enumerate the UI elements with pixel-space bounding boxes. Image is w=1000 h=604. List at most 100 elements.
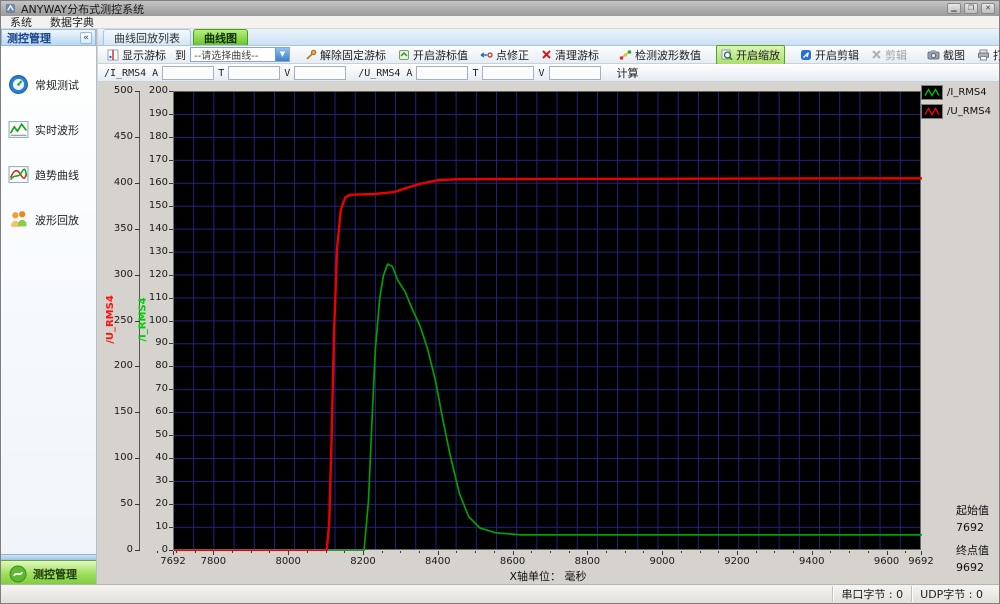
sidebar-item-label: 实时波形 — [35, 123, 79, 137]
show-cursor-button[interactable]: 显示游标 — [102, 45, 171, 65]
axis-tick — [811, 551, 813, 555]
axis-tick: 40 — [155, 452, 168, 464]
minimize-button[interactable]: ▁ — [947, 3, 961, 14]
udp-bytes-status: UDP字节 : 0 — [911, 586, 991, 602]
sidebar-list: 常规测试 实时波形 趋势曲线 波形回放 — [1, 46, 96, 554]
axis-tick — [362, 551, 364, 555]
axis-tick: 400 — [113, 176, 133, 188]
axis-tick — [344, 551, 346, 553]
i-a-input[interactable] — [162, 66, 215, 80]
x-axis-unit-label: X轴单位： 毫秒 — [509, 570, 587, 583]
axis-tick — [830, 551, 832, 553]
u-t-label: T — [472, 67, 479, 79]
axis-tick — [173, 551, 174, 555]
axis-tick: 450 — [113, 130, 133, 142]
axis-tick: 50 — [155, 429, 168, 441]
axis-tick — [306, 551, 308, 553]
sidebar-item-wave-replay[interactable]: 波形回放 — [1, 197, 96, 242]
axis-tick: 140 — [148, 222, 168, 234]
axis-tick — [232, 551, 234, 553]
close-button[interactable]: ✕ — [981, 3, 995, 14]
maximize-button[interactable]: ❐ — [964, 3, 978, 14]
tab-curve-chart[interactable]: 曲线图 — [193, 29, 248, 45]
unfix-cursor-button[interactable]: 解除固定游标 — [300, 45, 391, 65]
axis-tick: 0 — [126, 544, 133, 555]
sidebar-item-trend-curve[interactable]: 趋势曲线 — [1, 152, 96, 197]
axis-tick — [662, 551, 664, 555]
curve--i_rms4 — [174, 263, 922, 551]
i-v-label: V — [284, 67, 291, 79]
start-value: 7692 — [956, 521, 984, 534]
u-a-input[interactable] — [416, 66, 469, 80]
realtime-wave-icon — [8, 121, 29, 138]
button-label: 开启游标值 — [413, 48, 468, 62]
axis-tick — [169, 550, 173, 551]
camera-icon — [927, 50, 940, 60]
calculate-button[interactable]: 计算 — [615, 65, 641, 81]
open-zoom-button[interactable]: 开启缩放 — [716, 44, 785, 65]
axis-tick: 8400 — [425, 556, 451, 567]
axis-tick: 70 — [155, 383, 168, 395]
axis-tick — [288, 551, 290, 555]
printer-icon — [978, 49, 989, 60]
i-t-input[interactable] — [228, 66, 281, 80]
sidebar-item-label: 趋势曲线 — [35, 168, 79, 182]
i-v-input[interactable] — [294, 66, 347, 80]
axis-tick — [381, 551, 383, 553]
chevron-down-icon[interactable]: ▼ — [275, 48, 289, 61]
range-values: 起始值 7692 终点值 9692 — [956, 502, 989, 582]
pin-icon — [306, 49, 317, 60]
sidebar-item-regular-test[interactable]: 常规测试 — [1, 62, 96, 107]
axis-tick: 9400 — [799, 556, 825, 567]
u-t-input[interactable] — [482, 66, 535, 80]
axis-tick: 7692 — [160, 556, 186, 567]
axis-tick: 9600 — [873, 556, 900, 567]
legend-item-i-rms4[interactable]: /I_RMS4 — [921, 85, 991, 100]
axis-tick: 180 — [148, 130, 168, 142]
tab-curve-replay-list[interactable]: 曲线回放列表 — [103, 29, 191, 45]
axis-tick: 9692 — [908, 556, 934, 567]
axis-tick: 8600 — [499, 556, 526, 567]
axis-tick: 130 — [148, 245, 168, 257]
menu-system[interactable]: 系统 — [1, 14, 41, 30]
button-label: 截图 — [943, 48, 965, 62]
point-correct-button[interactable]: 点修正 — [475, 45, 534, 65]
open-clip-button[interactable]: 开启剪辑 — [795, 45, 864, 65]
axis-tick — [250, 551, 252, 553]
axis-tick — [269, 551, 271, 553]
series-u-label: /U_RMS4 A — [358, 67, 413, 79]
u-v-label: V — [538, 67, 545, 79]
axis-tick: 190 — [148, 107, 168, 119]
window-title: ANYWAY分布式测控系统 — [21, 2, 145, 16]
button-label: 开启缩放 — [736, 48, 780, 62]
axis-tick — [400, 551, 402, 553]
open-cursor-value-button[interactable]: 开启游标值 — [393, 45, 473, 65]
sidebar-bottom-button-measure-manage[interactable]: 测控管理 — [1, 560, 96, 586]
curve-select-dropdown[interactable]: --请选择曲线-- ▼ — [190, 47, 290, 62]
button-label: 检测波形数值 — [635, 48, 701, 62]
print-button[interactable]: 打印 — [972, 45, 1000, 65]
red-x-icon — [542, 50, 551, 59]
legend-item-u-rms4[interactable]: /U_RMS4 — [921, 104, 991, 119]
clear-cursor-button[interactable]: 清理游标 — [536, 45, 604, 65]
grey-x-icon — [872, 50, 881, 59]
axis-tick: 300 — [113, 268, 133, 280]
sidebar-item-realtime-wave[interactable]: 实时波形 — [1, 107, 96, 152]
sidebar-collapse-button[interactable]: « — [80, 31, 92, 44]
curve-canvas — [174, 177, 922, 551]
plot-region[interactable] — [173, 91, 922, 551]
cursor-value-icon — [399, 49, 409, 60]
detect-wave-values-button[interactable]: 检测波形数值 — [614, 45, 706, 65]
axis-tick: 9200 — [724, 556, 750, 567]
screenshot-button[interactable]: 截图 — [922, 45, 970, 65]
axis-tick — [699, 551, 701, 553]
axis-tick — [849, 551, 851, 553]
axis-tick: 9000 — [649, 556, 675, 567]
axis-tick — [905, 551, 907, 553]
axis-tick — [475, 551, 477, 553]
menu-data-dictionary[interactable]: 数据字典 — [41, 14, 103, 30]
chart-area: 0 50 100 150 200 250 300 350 400 450 500 0 10 20 30 40 5… — [98, 82, 999, 584]
axis-tick — [493, 551, 495, 553]
u-v-input[interactable] — [548, 66, 601, 80]
start-value-label: 起始值 — [956, 504, 989, 517]
